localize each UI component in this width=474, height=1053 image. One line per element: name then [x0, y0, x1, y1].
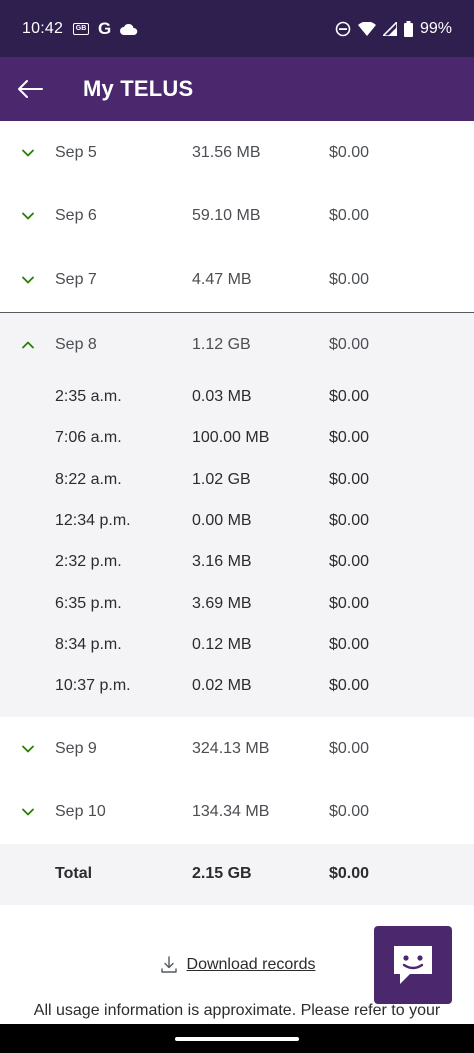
total-label: Total [55, 865, 93, 883]
row-cost: $0.00 [329, 143, 370, 161]
session-time: 8:34 p.m. [55, 635, 122, 653]
session-cost: $0.00 [329, 677, 370, 695]
disclaimer-text: All usage information is approximate. Pl… [33, 1002, 441, 1019]
page-title: My TELUS [83, 76, 194, 101]
row-usage: 324.13 MB [192, 739, 270, 757]
google-icon: G [98, 18, 112, 38]
session-time: 10:37 p.m. [55, 677, 131, 695]
session-cost: $0.00 [329, 470, 370, 488]
chat-assistant-button[interactable] [374, 926, 452, 1004]
session-usage: 3.16 MB [192, 553, 252, 571]
session-time: 7:06 a.m. [55, 429, 122, 447]
session-row: 7:06 a.m. 100.00 MB $0.00 [0, 418, 474, 459]
session-cost: $0.00 [329, 429, 370, 447]
row-usage: 4.47 MB [192, 270, 252, 288]
session-time: 2:35 a.m. [55, 388, 122, 406]
session-time: 12:34 p.m. [55, 512, 131, 530]
row-date: Sep 9 [55, 739, 97, 757]
row-cost: $0.00 [329, 739, 370, 757]
usage-list: Sep 5 31.56 MB $0.00 Sep 6 59.10 MB $0.0… [0, 121, 474, 905]
session-cost: $0.00 [329, 635, 370, 653]
back-button[interactable] [0, 57, 60, 121]
session-row: 2:32 p.m. 3.16 MB $0.00 [0, 542, 474, 583]
session-row: 12:34 p.m. 0.00 MB $0.00 [0, 500, 474, 541]
usage-row-sep-9[interactable]: Sep 9 324.13 MB $0.00 [0, 717, 474, 781]
chat-bot-icon [394, 946, 432, 984]
session-row: 6:35 p.m. 3.69 MB $0.00 [0, 583, 474, 624]
signal-icon [382, 21, 397, 36]
session-cost: $0.00 [329, 553, 370, 571]
row-date: Sep 5 [55, 143, 97, 161]
battery-icon [403, 20, 413, 37]
session-usage: 1.02 GB [192, 470, 251, 488]
chevron-down-icon [22, 149, 34, 157]
session-usage: 0.03 MB [192, 388, 252, 406]
expanded-day-panel: Sep 8 1.12 GB $0.00 2:35 a.m. 0.03 MB $0… [0, 311, 474, 717]
row-cost: $0.00 [329, 803, 370, 821]
session-row: 8:34 p.m. 0.12 MB $0.00 [0, 624, 474, 665]
session-usage: 0.00 MB [192, 512, 252, 530]
back-arrow-icon [18, 80, 43, 98]
chevron-up-icon [22, 341, 34, 348]
download-records-label: Download records [186, 956, 316, 973]
session-row: 10:37 p.m. 0.02 MB $0.00 [0, 666, 474, 707]
home-gesture-handle[interactable] [175, 1037, 299, 1041]
session-time: 2:32 p.m. [55, 553, 122, 571]
row-usage: 31.56 MB [192, 143, 261, 161]
row-cost: $0.00 [329, 270, 370, 288]
row-usage: 1.12 GB [192, 335, 251, 353]
session-usage: 0.02 MB [192, 677, 252, 695]
session-row: 8:22 a.m. 1.02 GB $0.00 [0, 459, 474, 500]
battery-percent: 99% [419, 19, 452, 37]
chevron-down-icon [22, 745, 34, 753]
row-date: Sep 10 [55, 803, 106, 821]
chevron-down-icon [22, 276, 34, 284]
row-cost: $0.00 [329, 335, 370, 353]
download-icon [160, 956, 177, 973]
total-row: Total 2.15 GB $0.00 [0, 843, 474, 905]
wifi-icon [357, 21, 376, 36]
total-usage: 2.15 GB [192, 865, 252, 883]
session-usage: 100.00 MB [192, 429, 270, 447]
usage-row-sep-8[interactable]: Sep 8 1.12 GB $0.00 [0, 313, 474, 377]
cloud-icon [120, 23, 138, 35]
row-usage: 59.10 MB [192, 207, 261, 225]
usage-row-sep-7[interactable]: Sep 7 4.47 MB $0.00 [0, 248, 474, 312]
app-bar: My TELUS [0, 57, 474, 121]
total-cost: $0.00 [329, 865, 370, 883]
gmail-badge-icon: GB [73, 22, 90, 35]
status-bar: 10:42 GB G 99% [0, 0, 474, 57]
session-usage: 0.12 MB [192, 635, 252, 653]
session-cost: $0.00 [329, 594, 370, 612]
chevron-down-icon [22, 808, 34, 816]
do-not-disturb-icon [335, 21, 351, 36]
row-date: Sep 6 [55, 207, 97, 225]
usage-row-sep-5[interactable]: Sep 5 31.56 MB $0.00 [0, 121, 474, 185]
row-usage: 134.34 MB [192, 803, 270, 821]
chevron-down-icon [22, 212, 34, 220]
usage-row-sep-6[interactable]: Sep 6 59.10 MB $0.00 [0, 185, 474, 249]
session-cost: $0.00 [329, 512, 370, 530]
session-time: 6:35 p.m. [55, 594, 122, 612]
status-time: 10:42 [22, 19, 64, 37]
session-usage: 3.69 MB [192, 594, 252, 612]
session-row: 2:35 a.m. 0.03 MB $0.00 [0, 377, 474, 418]
usage-row-sep-10[interactable]: Sep 10 134.34 MB $0.00 [0, 780, 474, 844]
row-date: Sep 8 [55, 335, 97, 353]
session-time: 8:22 a.m. [55, 470, 122, 488]
row-cost: $0.00 [329, 207, 370, 225]
row-date: Sep 7 [55, 270, 97, 288]
session-cost: $0.00 [329, 388, 370, 406]
